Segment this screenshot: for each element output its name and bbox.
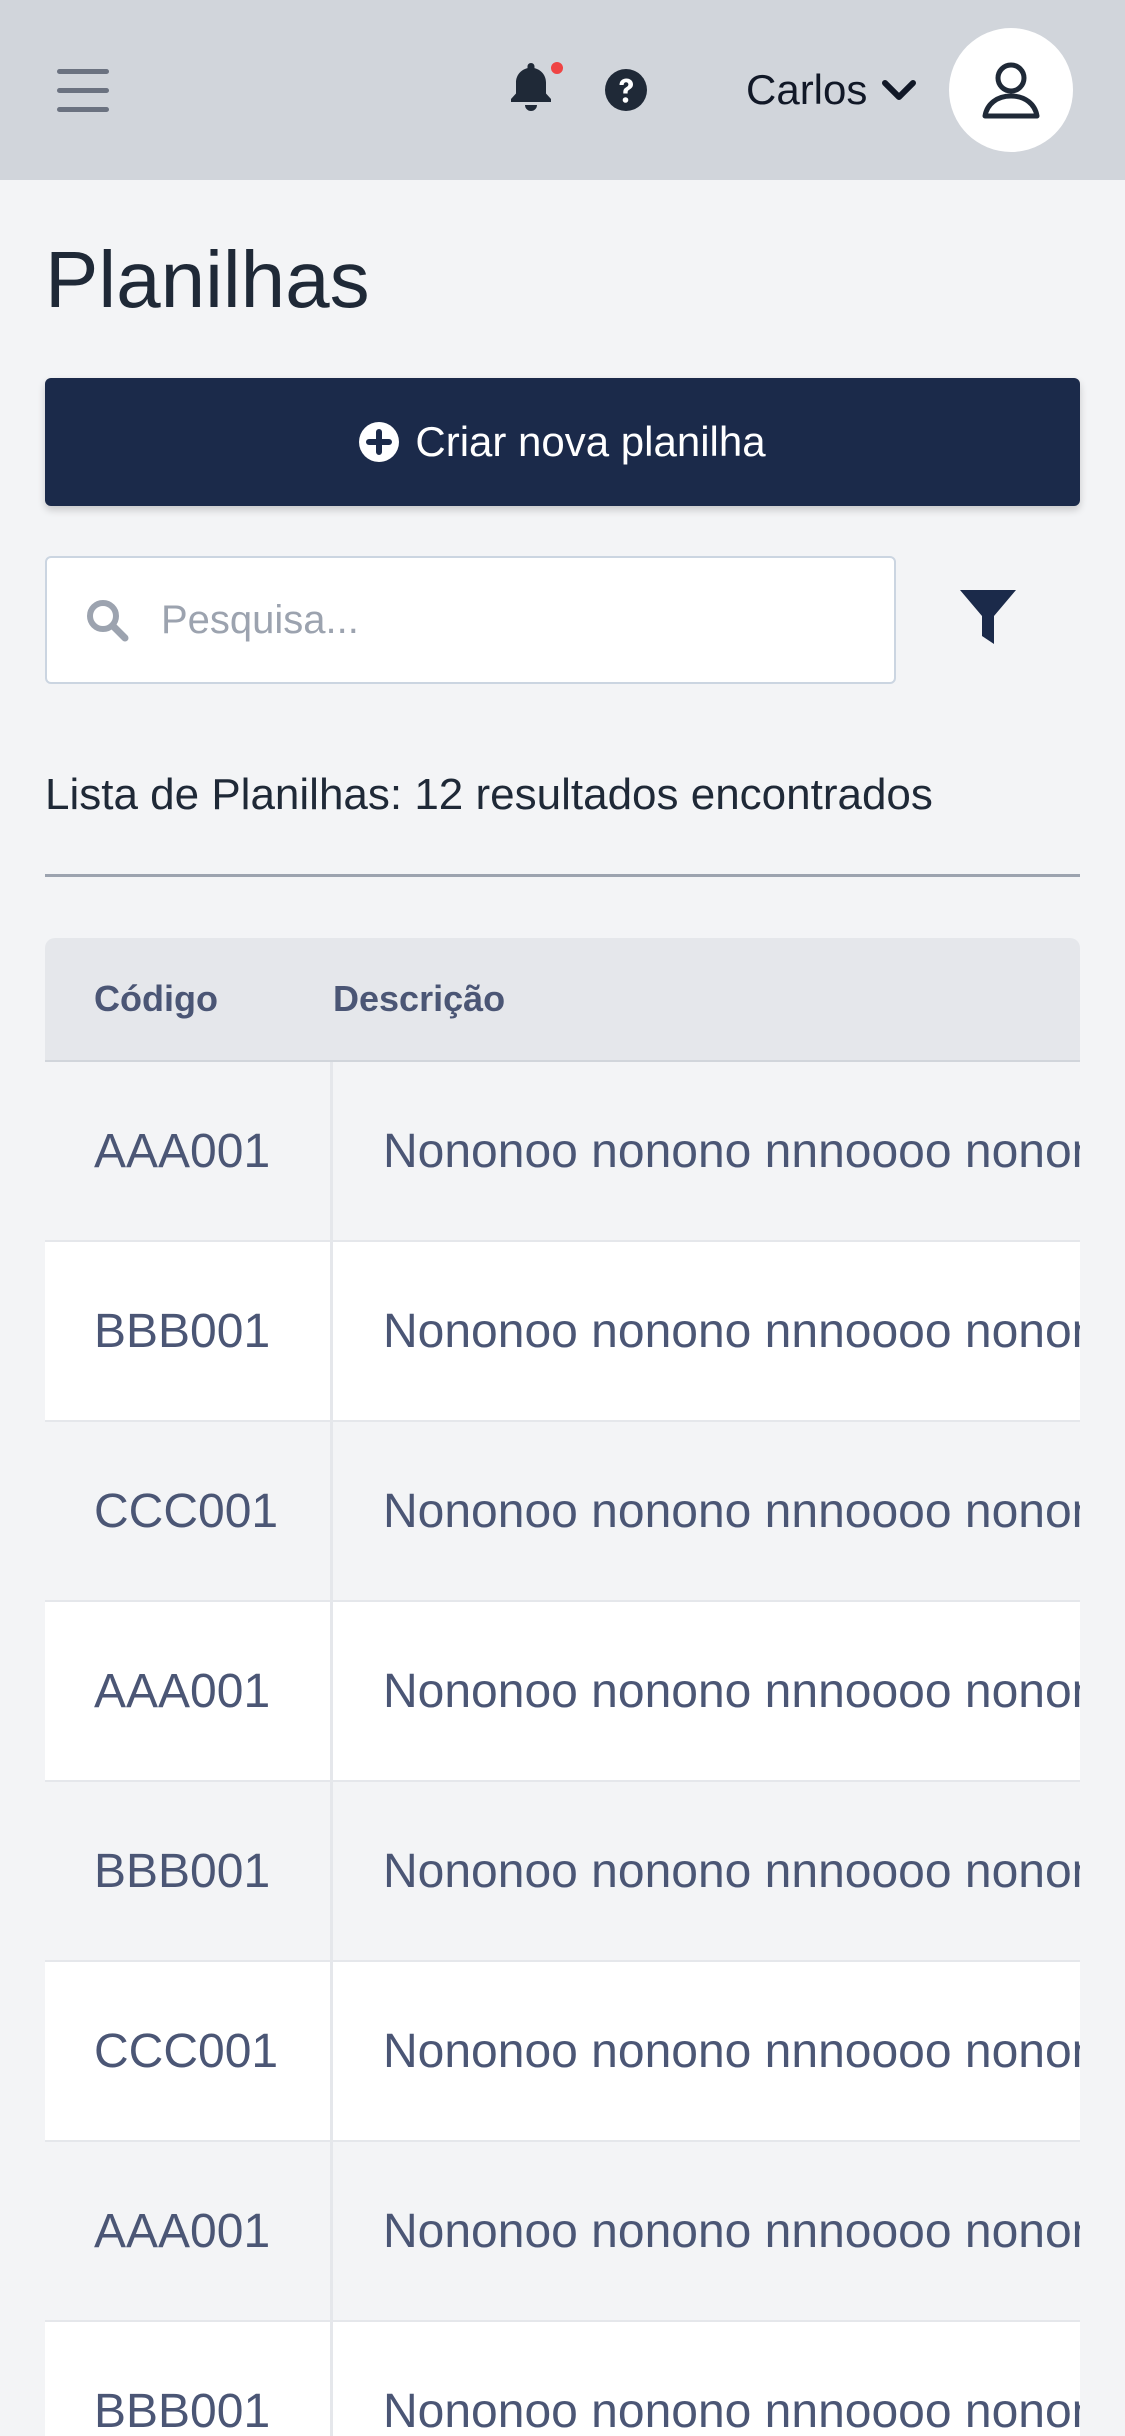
row-description: Nononoo nonono nnnoooo nonon: [383, 1844, 1080, 1898]
table-row[interactable]: CCC001 Nononoo nonono nnnoooo nonon: [45, 1962, 1080, 2142]
search-box: [45, 556, 896, 684]
results-count: Lista de Planilhas: 12 resultados encont…: [45, 770, 933, 819]
user-menu[interactable]: Carlos: [746, 60, 917, 120]
row-code: CCC001: [45, 1962, 333, 2140]
table-header: Código Descrição: [45, 938, 1080, 1062]
spreadsheets-table: Código Descrição AAA001 Nononoo nonono n…: [45, 938, 1080, 2436]
search-input[interactable]: [159, 596, 863, 644]
page-title: Planilhas: [45, 235, 370, 324]
row-code: AAA001: [45, 1602, 333, 1780]
menu-icon[interactable]: [57, 69, 109, 113]
table-row[interactable]: AAA001 Nononoo nonono nnnoooo nonon: [45, 1062, 1080, 1242]
row-description: Nononoo nonono nnnoooo nonon: [383, 2024, 1080, 2078]
row-code: AAA001: [45, 2142, 333, 2320]
row-description: Nononoo nonono nnnoooo nonon: [383, 2384, 1080, 2436]
row-description: Nononoo nonono nnnoooo nonon: [383, 1304, 1080, 1358]
row-code: AAA001: [45, 1062, 333, 1240]
create-spreadsheet-label: Criar nova planilha: [415, 418, 766, 465]
table-row[interactable]: BBB001 Nononoo nonono nnnoooo nonon: [45, 2322, 1080, 2436]
plus-circle-icon: [359, 422, 400, 462]
column-header-description[interactable]: Descrição: [333, 978, 505, 1020]
filter-icon: [960, 590, 1016, 644]
table-row[interactable]: BBB001 Nononoo nonono nnnoooo nonon: [45, 1242, 1080, 1422]
user-name: Carlos: [746, 66, 868, 113]
row-code: CCC001: [45, 1422, 333, 1600]
search-icon: [87, 600, 129, 642]
filter-button[interactable]: [958, 588, 1018, 648]
row-description: Nononoo nonono nnnoooo nonon: [383, 1484, 1080, 1538]
help-icon: [605, 69, 647, 111]
notification-dot: [547, 58, 567, 78]
row-code: BBB001: [45, 2322, 333, 2436]
table-row[interactable]: AAA001 Nononoo nonono nnnoooo nonon: [45, 1602, 1080, 1782]
column-header-code[interactable]: Código: [45, 978, 333, 1020]
notifications-button[interactable]: [509, 58, 567, 117]
row-code: BBB001: [45, 1782, 333, 1960]
divider: [45, 874, 1080, 877]
row-description: Nononoo nonono nnnoooo nonon: [383, 1664, 1080, 1718]
table-row[interactable]: CCC001 Nononoo nonono nnnoooo nonon: [45, 1422, 1080, 1602]
row-description: Nononoo nonono nnnoooo nonon: [383, 1124, 1080, 1178]
row-description: Nononoo nonono nnnoooo nonon: [383, 2204, 1080, 2258]
table-row[interactable]: AAA001 Nononoo nonono nnnoooo nonon: [45, 2142, 1080, 2322]
user-icon: [982, 62, 1040, 119]
table-row[interactable]: BBB001 Nononoo nonono nnnoooo nonon: [45, 1782, 1080, 1962]
row-code: BBB001: [45, 1242, 333, 1420]
top-bar: Carlos: [0, 0, 1125, 180]
avatar[interactable]: [949, 28, 1073, 152]
create-spreadsheet-button[interactable]: Criar nova planilha: [45, 378, 1080, 506]
chevron-down-icon: [882, 80, 917, 100]
help-button[interactable]: [604, 68, 648, 112]
